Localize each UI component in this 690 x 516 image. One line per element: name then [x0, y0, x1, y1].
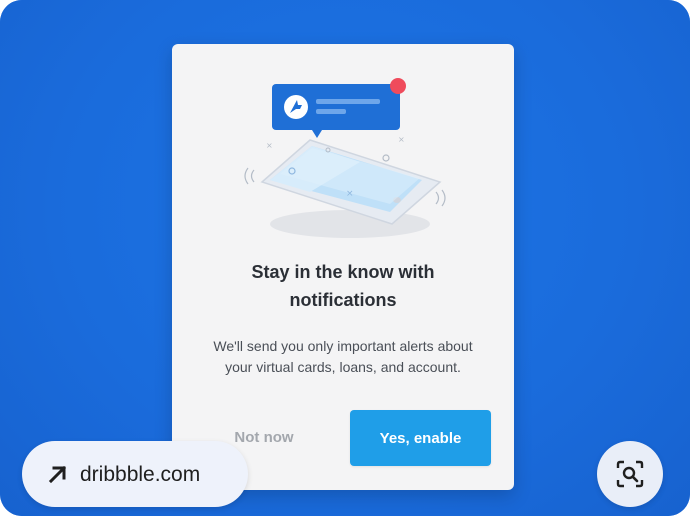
sparkle: ×: [346, 189, 354, 199]
visual-search-icon: [616, 460, 644, 488]
yes-enable-button[interactable]: Yes, enable: [350, 410, 491, 466]
dialog-description-line2: your virtual cards, loans, and account.: [225, 359, 461, 375]
arrow-up-right-icon: [48, 465, 67, 484]
source-link-chip[interactable]: dribbble.com: [22, 441, 248, 507]
sparkle: ×: [266, 141, 273, 150]
dialog-description: We'll send you only important alerts abo…: [182, 336, 504, 378]
vibration-marks: [244, 167, 255, 185]
source-domain-label: dribbble.com: [80, 463, 201, 486]
notification-illustration: × × ×: [244, 78, 446, 238]
dialog-description-line1: We'll send you only important alerts abo…: [213, 338, 473, 354]
bell-notification-bubble: [272, 84, 400, 138]
sparkle: ×: [398, 135, 405, 144]
vibration-marks: [435, 189, 446, 207]
dialog-title-line1: Stay in the know with: [251, 262, 435, 282]
notification-dot: [390, 78, 406, 94]
phone-shadow: [270, 210, 430, 238]
dialog-title: Stay in the know with notifications: [182, 258, 504, 314]
sparkle: [382, 154, 390, 162]
dialog-title-line2: notifications: [289, 290, 397, 310]
visual-search-button[interactable]: [597, 441, 663, 507]
